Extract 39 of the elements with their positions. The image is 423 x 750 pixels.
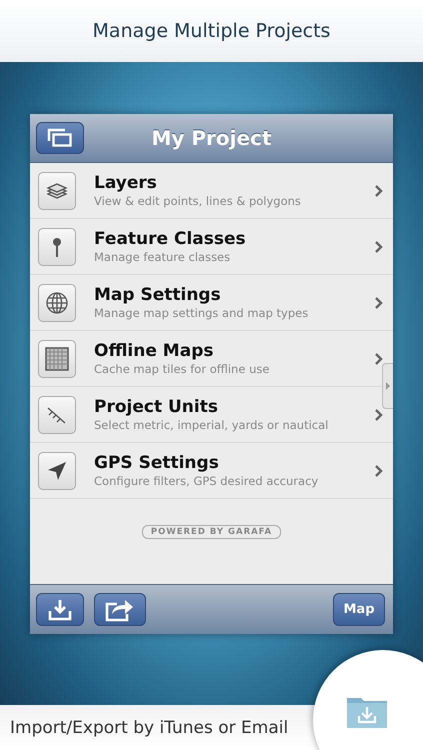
map-button[interactable]: Map bbox=[333, 593, 385, 626]
item-title: Feature Classes bbox=[94, 228, 247, 250]
item-title: GPS Settings bbox=[94, 452, 220, 474]
globe-icon bbox=[38, 284, 76, 322]
headline: Manage Multiple Projects bbox=[92, 20, 330, 42]
chevron-icon bbox=[374, 240, 383, 254]
caption: Import/Export by iTunes or Email bbox=[10, 718, 288, 738]
powered-by-label: POWERED BY GARAFA bbox=[142, 525, 282, 539]
item-subtitle: Configure filters, GPS desired accuracy bbox=[94, 474, 320, 488]
item-title: Layers bbox=[94, 172, 158, 194]
item-subtitle: Manage map settings and map types bbox=[94, 306, 310, 320]
pin-icon bbox=[38, 228, 76, 266]
windows-icon bbox=[47, 128, 73, 148]
export-button[interactable] bbox=[94, 593, 146, 626]
chevron-icon bbox=[374, 296, 383, 310]
layers-icon bbox=[38, 172, 76, 210]
item-title: Project Units bbox=[94, 396, 219, 418]
chevron-icon bbox=[374, 352, 383, 366]
share-icon bbox=[105, 598, 135, 622]
menu-item[interactable]: Map Settings Manage map settings and map types bbox=[30, 275, 393, 331]
grid-icon bbox=[38, 340, 76, 378]
chevron-icon bbox=[374, 184, 383, 198]
item-subtitle: Manage feature classes bbox=[94, 250, 232, 264]
projects-button[interactable] bbox=[36, 122, 84, 154]
download-icon bbox=[48, 598, 72, 620]
menu-item[interactable]: Layers View & edit points, lines & polygons bbox=[30, 163, 393, 219]
item-title: Map Settings bbox=[94, 284, 222, 306]
chevron-icon bbox=[374, 464, 383, 478]
item-subtitle: Cache map tiles for offline use bbox=[94, 362, 270, 376]
chevron-icon bbox=[374, 408, 383, 422]
ruler-icon bbox=[38, 396, 76, 434]
menu-item[interactable]: Feature Classes Manage feature classes bbox=[30, 219, 393, 275]
item-subtitle: View & edit points, lines & polygons bbox=[94, 194, 302, 208]
screen-title: My Project bbox=[150, 126, 272, 150]
import-button[interactable] bbox=[36, 593, 84, 626]
item-title: Offline Maps bbox=[94, 340, 214, 362]
item-subtitle: Select metric, imperial, yards or nautical bbox=[94, 418, 330, 432]
side-handle[interactable] bbox=[382, 363, 393, 409]
menu-item[interactable]: GPS Settings Configure filters, GPS desired accuracy bbox=[30, 443, 393, 499]
